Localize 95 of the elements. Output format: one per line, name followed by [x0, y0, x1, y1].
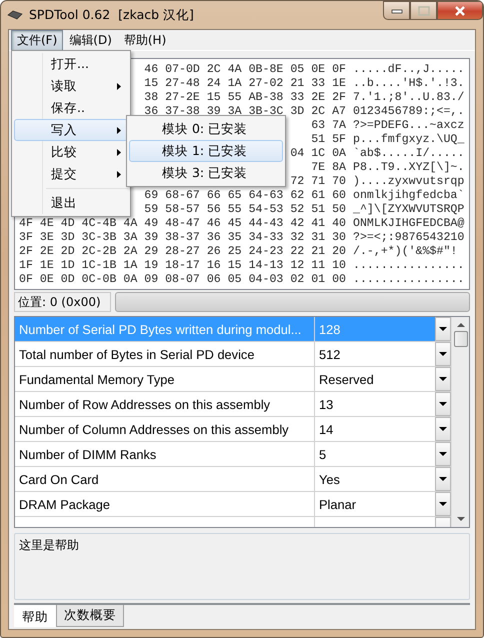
ascii-text: `ab$.....I/..... [353, 147, 464, 161]
caret-icon [439, 477, 447, 481]
hex-bytes: 51 5F [311, 133, 346, 147]
ascii-text: ONMLKJIHGFEDCBA@ [353, 217, 464, 231]
ascii-text: onmlkjihgfedcba` [353, 189, 464, 203]
scrollbar[interactable] [451, 317, 469, 527]
menu-item[interactable]: 写入 [14, 119, 128, 141]
minimize-button[interactable] [383, 1, 410, 20]
property-value[interactable]: Yes [315, 467, 435, 491]
tab[interactable]: 帮助 [14, 605, 56, 627]
property-name[interactable]: Fundamental Memory Type [15, 367, 315, 391]
hex-bytes: 36 37-38 39 3A 3B-3C 3D 2C A7 [144, 105, 346, 119]
submenu-arrow-icon [117, 149, 121, 156]
caret-icon [439, 352, 447, 356]
caret-icon [439, 327, 447, 331]
menu-item[interactable]: 模块 0: 已安装 [129, 118, 283, 140]
ascii-text: _^]\[ZYXWVUTSRQP [353, 203, 464, 217]
ascii-text: p...fmfgxyz.\UQ_ [353, 133, 464, 147]
property-name[interactable]: Number of Row Addresses on this assembly [15, 392, 315, 416]
position-label: 位置: 0 (0x00) [14, 292, 111, 312]
property-value[interactable]: 13 [315, 392, 435, 416]
menu-bar-item[interactable]: 文件(F) [11, 30, 64, 50]
hex-bytes: 2F 2E 2D 2C-2B 2A 29 28-27 26 25 24-23 22 21 20 [19, 245, 346, 259]
hex-bytes: 7E 8A [311, 161, 346, 175]
menu-item[interactable]: 模块 3: 已安装 [129, 162, 283, 184]
menu-item[interactable]: 退出 [14, 192, 128, 214]
caret-icon [439, 402, 447, 406]
menu-item[interactable]: 提交 [14, 163, 128, 185]
hex-bytes: 72 71 70 [290, 175, 346, 189]
dropdown-button[interactable] [435, 392, 451, 416]
ascii-text: 7.'1.;8'..U.83./ [353, 91, 464, 105]
property-value[interactable]: Planar [315, 492, 435, 516]
tab[interactable]: 次数概要 [56, 605, 124, 627]
property-name[interactable]: DRAM Package [15, 492, 315, 516]
hex-bytes: 4F 4E 4D 4C-4B 4A 49 48-47 46 45 44-43 42 41 40 [19, 217, 346, 231]
scroll-down-icon[interactable] [456, 515, 464, 523]
hex-bytes: 1F 1E 1D 1C-1B 1A 19 18-17 16 15 14-13 12 11 10 [19, 259, 346, 273]
caret-icon [439, 377, 447, 381]
ascii-text: ................ [353, 259, 464, 273]
ascii-text: ?>=PDEFG...~axcz [353, 119, 464, 133]
maximize-button[interactable] [410, 1, 437, 20]
chip-icon [7, 10, 23, 20]
scroll-thumb[interactable] [454, 331, 468, 347]
submenu-arrow-icon [117, 171, 121, 178]
ascii-text: ?>=<;:9876543210 [353, 231, 464, 245]
hex-bytes: 59 58-57 56 55 54-53 52 51 50 [144, 203, 346, 217]
caret-icon [439, 427, 447, 431]
menu-item[interactable]: 打开... [14, 53, 128, 75]
maximize-icon [418, 6, 430, 16]
ascii-text: 0123456789:;<=,. [353, 105, 464, 119]
caret-icon [439, 452, 447, 456]
property-name[interactable]: Number of DIMM Ranks [15, 442, 315, 466]
ascii-text: .....dF..,J..... [353, 63, 464, 77]
submenu-arrow-icon [117, 83, 121, 90]
dropdown-button[interactable] [435, 417, 451, 441]
hex-bytes: 0F 0E 0D 0C-0B 0A 09 08-07 06 05 04-03 02 01 00 [19, 273, 346, 287]
scroll-up-icon[interactable] [456, 321, 464, 329]
hex-bytes: 46 07-0D 2C 4A 0B-8E 05 0E 0F [144, 63, 346, 77]
ascii-text: ..b....'H$.'.!3. [353, 77, 464, 91]
menu-bar-item[interactable]: 编辑(D) [63, 30, 118, 50]
help-text: 这里是帮助 [19, 538, 79, 552]
dropdown-button[interactable] [435, 342, 451, 366]
property-value[interactable]: 5 [315, 442, 435, 466]
hex-bytes: 69 68-67 66 65 64-63 62 61 60 [144, 189, 346, 203]
window-title: SPDTool 0.62 [zkacb 汉化] [29, 6, 195, 24]
close-button[interactable] [437, 1, 483, 20]
dropdown-button[interactable] [435, 317, 451, 341]
property-name[interactable]: Number of Column Addresses on this assembly [15, 417, 315, 441]
submenu-arrow-icon [117, 127, 121, 134]
property-value[interactable]: 14 [315, 417, 435, 441]
close-icon [454, 6, 466, 16]
menu-item[interactable]: 读取 [14, 75, 128, 97]
ascii-text: P8..T9..XYZ[\]~. [353, 161, 464, 175]
menu-bar-item[interactable]: 帮助(H) [118, 30, 172, 50]
minimize-icon [390, 8, 402, 14]
dropdown-button[interactable] [435, 467, 451, 491]
ascii-text: /.-,+*)('&%$#"! [353, 245, 458, 259]
ascii-text: )....zyxwvutsrqp [353, 175, 464, 189]
menu-item[interactable]: 比较 [14, 141, 128, 163]
hex-bytes: 3F 3E 3D 3C-3B 3A 39 38-37 36 35 34-33 32 31 30 [19, 231, 346, 245]
property-name[interactable]: Card On Card [15, 467, 315, 491]
hex-bytes: 15 27-48 24 1A 27-02 21 33 1E [144, 77, 346, 91]
property-value[interactable]: Reserved [315, 367, 435, 391]
dropdown-button[interactable] [435, 367, 451, 391]
property-name[interactable]: Total number of Bytes in Serial PD device [15, 342, 315, 366]
dropdown-button[interactable] [435, 442, 451, 466]
hex-bytes: 63 7A [311, 119, 346, 133]
menu-item[interactable]: 保存.. [14, 97, 128, 119]
hex-bytes: 04 1C 0A [290, 147, 346, 161]
hex-bytes: 38 27-2E 15 55 AB-38 33 2E 2F [144, 91, 346, 105]
menu-item[interactable]: 模块 1: 已安装 [129, 140, 283, 162]
caret-icon [439, 502, 447, 506]
ascii-text: ................ [353, 273, 464, 287]
dropdown-button[interactable] [435, 492, 451, 516]
property-value[interactable]: 512 [315, 342, 435, 366]
